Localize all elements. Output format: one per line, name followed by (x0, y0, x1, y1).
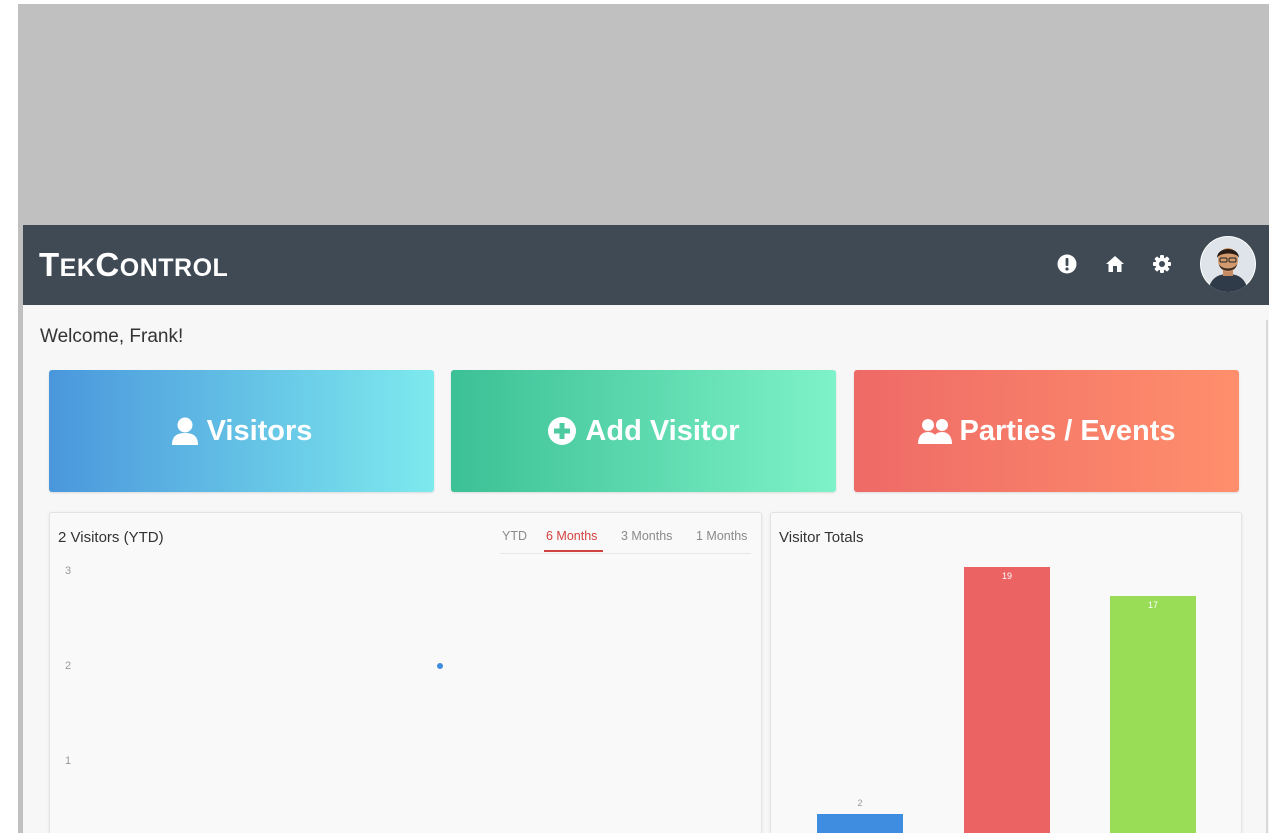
browser-gray-area (18, 4, 1269, 225)
y-tick-3: 3 (65, 565, 72, 577)
parties-events-tile[interactable]: Parties / Events (854, 370, 1239, 492)
visitors-chart-panel: 2 Visitors (YTD) YTD 6 Months 3 Months 1… (49, 512, 762, 833)
tab-3-months[interactable]: 3 Months (621, 529, 672, 543)
active-tab-underline (544, 550, 603, 552)
data-point[interactable] (437, 663, 443, 669)
visitor-totals-title: Visitor Totals (779, 529, 864, 546)
plus-circle-icon (548, 417, 577, 445)
welcome-message: Welcome, Frank! (40, 326, 184, 347)
totals-bar-3-label: 17 (1147, 599, 1158, 610)
totals-bar-1[interactable] (817, 813, 903, 833)
tab-6-months[interactable]: 6 Months (546, 529, 597, 543)
totals-bar-2[interactable] (964, 566, 1050, 833)
top-navbar: TEKCONTROL (23, 225, 1269, 305)
add-visitor-tile-label: Add Visitor (585, 414, 740, 447)
gear-icon[interactable] (1151, 253, 1173, 275)
period-tabs: YTD 6 Months 3 Months 1 Months (500, 529, 751, 554)
home-icon[interactable] (1104, 253, 1126, 275)
totals-bar-3[interactable] (1110, 595, 1196, 833)
tekcontrol-logo[interactable]: TEKCONTROL (39, 248, 228, 285)
tab-ytd[interactable]: YTD (502, 529, 527, 543)
y-tick-2: 2 (65, 660, 72, 672)
user-avatar[interactable] (1200, 236, 1256, 292)
page-scrollbar[interactable] (1266, 320, 1268, 833)
totals-bar-1-label: 2 (857, 797, 863, 808)
visitors-chart-title: 2 Visitors (YTD) (58, 529, 164, 546)
visitor-totals-panel: Visitor Totals 2 19 17 (770, 512, 1242, 833)
add-visitor-tile[interactable]: Add Visitor (451, 370, 836, 492)
visitors-tile-label: Visitors (206, 414, 313, 447)
y-tick-1: 1 (65, 755, 72, 767)
app-window: TEKCONTROL Welcome, Frank! Visitors Add … (23, 225, 1269, 833)
tab-1-months[interactable]: 1 Months (696, 529, 747, 543)
users-icon (917, 419, 952, 444)
parties-events-tile-label: Parties / Events (959, 414, 1176, 447)
user-icon (171, 417, 198, 445)
alert-icon[interactable] (1056, 253, 1078, 275)
visitors-tile[interactable]: Visitors (49, 370, 434, 492)
totals-bar-2-label: 19 (1001, 570, 1012, 581)
